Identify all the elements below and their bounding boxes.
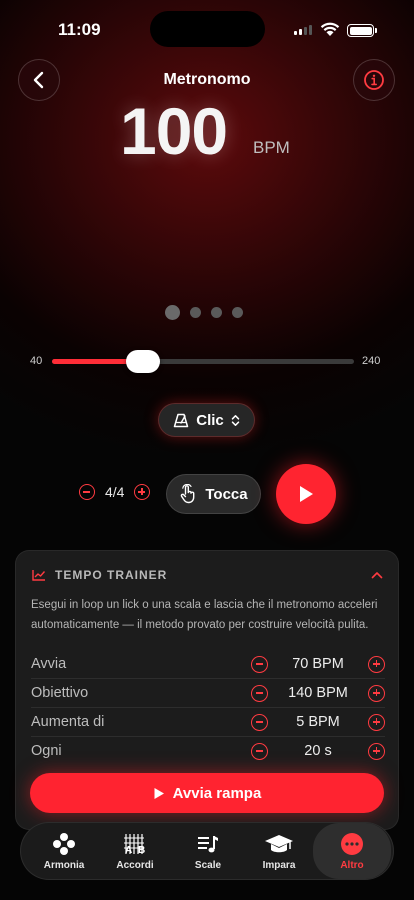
tab-label: Impara [262, 859, 296, 871]
svg-text:B: B [138, 845, 145, 856]
signal-icon [294, 25, 312, 35]
time-signature-value: 4/4 [105, 484, 125, 500]
decrease-icon[interactable] [251, 742, 268, 760]
chevron-updown-icon [231, 414, 239, 426]
status-time: 11:09 [58, 20, 101, 39]
beat-indicators [165, 305, 243, 320]
wifi-icon [320, 22, 340, 36]
tab-accordi[interactable]: A B Accordi [99, 823, 171, 879]
chart-line-icon [32, 570, 46, 581]
row-value: 140 BPM [288, 685, 348, 701]
play-icon [300, 486, 313, 502]
time-signature-control: 4/4 [79, 484, 151, 500]
slider-min-label: 40 [30, 355, 43, 367]
tab-label: Altro [340, 859, 364, 871]
bpm-unit: BPM [253, 138, 290, 157]
more-icon [341, 832, 363, 855]
increase-icon[interactable] [368, 713, 385, 731]
row-divider [31, 678, 385, 679]
beat-dot [211, 307, 222, 318]
trainer-row-step: Aumenta di 5 BPM [31, 709, 385, 735]
tab-impara[interactable]: Impara [243, 823, 315, 879]
notes-icon [198, 835, 218, 852]
bpm-value[interactable]: 100 [120, 93, 228, 169]
beat-dot [165, 305, 180, 320]
start-ramp-button[interactable]: Avvia rampa [30, 773, 384, 813]
increase-icon[interactable] [368, 684, 385, 702]
tab-label: Armonia [43, 859, 85, 871]
sound-selector[interactable]: Clic [158, 403, 255, 437]
tab-armonia[interactable]: Armonia [28, 823, 100, 879]
sound-label: Clic [196, 411, 224, 429]
tempo-trainer-description: Esegui in loop un lick o una scala e las… [31, 599, 378, 631]
tab-label: Accordi [116, 859, 154, 871]
chevron-up-icon[interactable] [371, 571, 383, 579]
row-label: Avvia [31, 656, 67, 672]
time-signature-decrease-icon[interactable] [79, 484, 95, 500]
metronome-icon [173, 413, 189, 427]
decrease-icon[interactable] [251, 713, 268, 731]
slider-max-label: 240 [362, 355, 381, 367]
battery-icon [347, 24, 377, 37]
beat-dot [190, 307, 201, 318]
row-label: Obiettivo [31, 685, 89, 701]
tempo-slider-track[interactable] [52, 359, 354, 364]
circles-icon [53, 832, 75, 855]
trainer-row-target: Obiettivo 140 BPM [31, 680, 385, 706]
time-signature-increase-icon[interactable] [134, 484, 151, 500]
tab-altro[interactable]: Altro [313, 823, 391, 879]
tempo-trainer-header[interactable]: TEMPO TRAINER [32, 568, 167, 582]
tab-label: Scale [194, 859, 222, 871]
trainer-row-start: Avvia 70 BPM [31, 651, 385, 677]
tab-scale[interactable]: Scale [172, 823, 244, 879]
page-title: Metronomo [163, 71, 251, 88]
info-button[interactable] [353, 59, 395, 101]
decrease-icon[interactable] [251, 684, 268, 702]
row-label: Ogni [31, 743, 62, 759]
increase-icon[interactable] [368, 742, 385, 760]
beat-dot [232, 307, 243, 318]
guitar-icon: A B [124, 833, 145, 856]
tempo-trainer-title: TEMPO TRAINER [55, 568, 168, 582]
status-bar: 11:09 [0, 0, 414, 58]
tap-label: Tocca [205, 485, 248, 503]
increase-icon[interactable] [368, 655, 385, 673]
start-ramp-label: Avvia rampa [172, 784, 262, 802]
row-divider [31, 736, 385, 737]
decrease-icon[interactable] [251, 655, 268, 673]
tempo-slider-thumb[interactable] [125, 350, 160, 373]
tap-tempo-button[interactable]: Tocca [166, 474, 261, 514]
row-value: 5 BPM [296, 714, 340, 730]
info-icon [364, 70, 384, 90]
play-icon [154, 787, 164, 799]
row-divider [31, 707, 385, 708]
tab-bar: Armonia A B Accordi Scale Impara Altro [20, 822, 394, 880]
play-button[interactable] [276, 464, 336, 524]
graduation-cap-icon [265, 834, 293, 852]
trainer-row-interval: Ogni 20 s [31, 738, 385, 764]
dynamic-island [150, 11, 265, 47]
row-value: 70 BPM [292, 656, 344, 672]
tap-hand-icon [181, 484, 195, 504]
svg-text:A: A [125, 845, 132, 856]
row-label: Aumenta di [31, 714, 105, 730]
row-value: 20 s [304, 743, 332, 759]
